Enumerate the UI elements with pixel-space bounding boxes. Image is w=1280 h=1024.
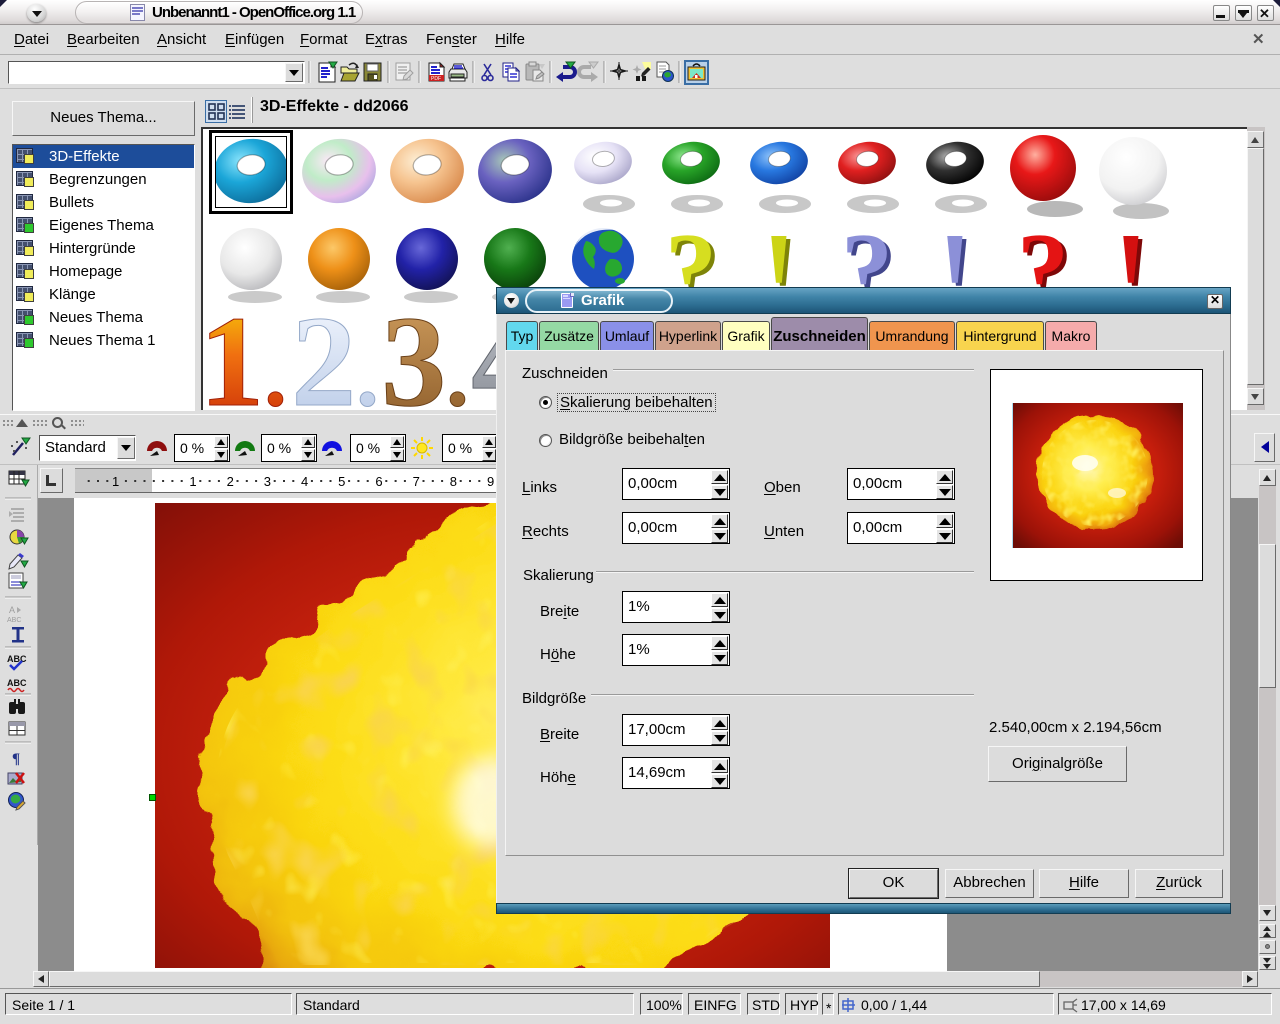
svg-text:1: 1: [189, 474, 196, 489]
svg-text:4: 4: [301, 474, 308, 489]
svg-text:2: 2: [227, 474, 234, 489]
svg-text:5: 5: [338, 474, 345, 489]
svg-text:6: 6: [375, 474, 382, 489]
svg-text:ABC: ABC: [7, 654, 27, 664]
svg-text:7: 7: [413, 474, 420, 489]
svg-text:¶: ¶: [12, 751, 20, 767]
svg-text:3.: 3.: [381, 290, 469, 410]
svg-text:3: 3: [264, 474, 271, 489]
svg-text:ABC: ABC: [7, 678, 27, 688]
svg-text:ABC: ABC: [7, 617, 21, 624]
svg-text:1.: 1.: [203, 290, 287, 410]
svg-text:9: 9: [487, 474, 494, 489]
svg-text:8: 8: [450, 474, 457, 489]
svg-text:A: A: [9, 605, 15, 615]
svg-text:PDF: PDF: [431, 76, 441, 82]
svg-text:1: 1: [112, 474, 119, 489]
svg-text:2.: 2.: [291, 290, 379, 410]
